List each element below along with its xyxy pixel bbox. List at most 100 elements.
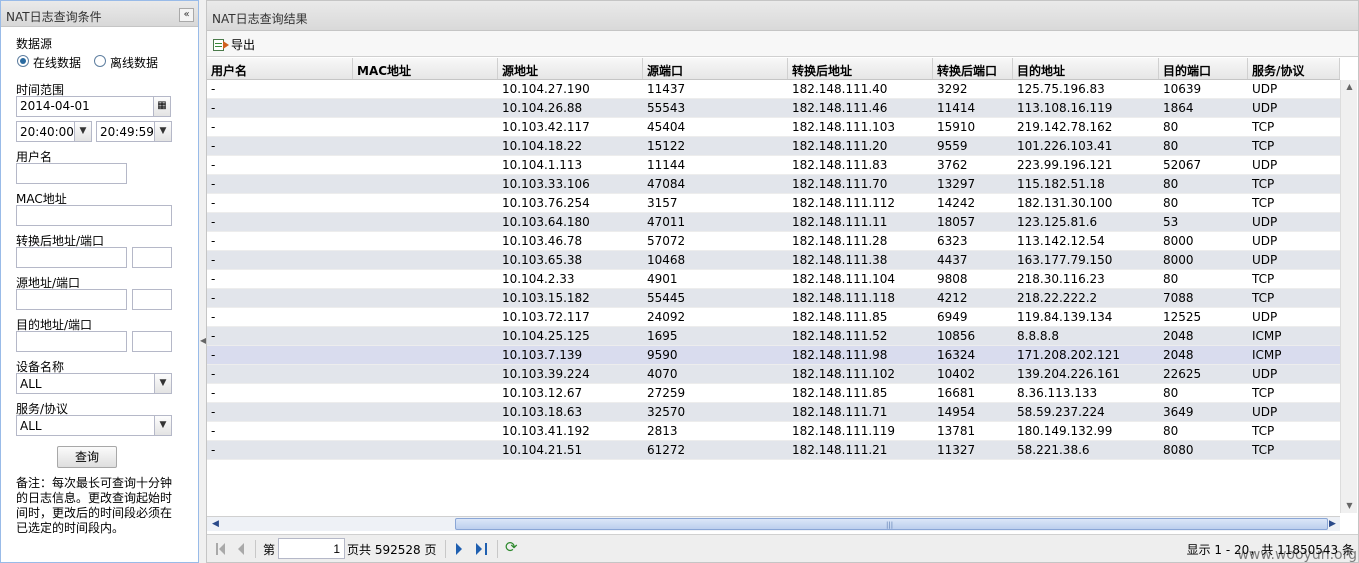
table-cell: - — [211, 443, 216, 457]
scroll-up-icon[interactable]: ▲ — [1341, 80, 1358, 94]
table-row[interactable]: - 10.104.18.22 15122 182.148.111.20 9559 101.… — [207, 137, 1340, 156]
table-cell: 182.148.111.71 — [792, 405, 888, 419]
end-time-value: 20:49:59 — [100, 125, 154, 139]
table-cell: 24092 — [647, 310, 686, 324]
table-row[interactable]: - 10.103.7.139 9590 182.148.111.98 16324 171.… — [207, 346, 1340, 365]
column-header[interactable]: MAC地址 — [353, 58, 498, 79]
start-time-select[interactable]: 20:40:00 ▼ — [16, 121, 92, 142]
scroll-right-icon[interactable]: ▶ — [1325, 517, 1340, 531]
scroll-down-icon[interactable]: ▼ — [1341, 499, 1358, 513]
horizontal-scroll-thumb[interactable]: ||| — [455, 518, 1328, 530]
table-cell: 113.108.16.119 — [1017, 101, 1113, 115]
table-cell: 1864 — [1163, 101, 1194, 115]
column-header[interactable]: 用户名 — [207, 58, 353, 79]
dest-address-input[interactable] — [16, 331, 127, 352]
panel-splitter[interactable]: ◀ — [199, 0, 206, 563]
table-cell: 223.99.196.121 — [1017, 158, 1113, 172]
table-cell: 10.103.15.182 — [502, 291, 590, 305]
online-data-radio[interactable] — [17, 55, 29, 67]
table-cell: 3762 — [937, 158, 968, 172]
table-row[interactable]: - 10.103.72.117 24092 182.148.111.85 6949 119… — [207, 308, 1340, 327]
table-row[interactable]: - 10.104.2.33 4901 182.148.111.104 9808 218.3… — [207, 270, 1340, 289]
table-row[interactable]: - 10.103.18.63 32570 182.148.111.71 14954 58.… — [207, 403, 1340, 422]
page-prefix: 第 — [263, 543, 276, 557]
date-field[interactable]: 2014-04-01 ▦ — [16, 96, 171, 117]
vertical-scrollbar[interactable]: ▲ ▼ — [1340, 80, 1357, 513]
table-cell: 10.104.25.125 — [502, 329, 590, 343]
chevron-down-icon[interactable]: ▼ — [154, 416, 171, 435]
offline-data-label[interactable]: 离线数据 — [110, 54, 158, 71]
column-header[interactable]: 转换后端口 — [933, 58, 1013, 79]
table-row[interactable]: - 10.103.12.67 27259 182.148.111.85 16681 8.3… — [207, 384, 1340, 403]
dest-port-input[interactable] — [132, 331, 172, 352]
device-name-value: ALL — [20, 377, 42, 391]
table-row[interactable]: - 10.103.64.180 47011 182.148.111.11 18057 12… — [207, 213, 1340, 232]
prev-page-icon[interactable] — [235, 542, 249, 556]
table-cell: - — [211, 215, 216, 229]
table-cell: - — [211, 405, 216, 419]
table-cell: - — [211, 386, 216, 400]
table-row[interactable]: - 10.103.42.117 45404 182.148.111.103 15910 2… — [207, 118, 1340, 137]
mac-input[interactable] — [16, 205, 172, 226]
table-row[interactable]: - 10.103.39.224 4070 182.148.111.102 10402 13… — [207, 365, 1340, 384]
first-page-icon[interactable] — [215, 542, 229, 556]
source-address-input[interactable] — [16, 289, 127, 310]
table-cell: 182.148.111.118 — [792, 291, 896, 305]
table-row[interactable]: - 10.103.76.254 3157 182.148.111.112 14242 18… — [207, 194, 1340, 213]
end-time-select[interactable]: 20:49:59 ▼ — [96, 121, 172, 142]
online-data-label[interactable]: 在线数据 — [33, 54, 81, 71]
chevron-down-icon[interactable]: ▼ — [154, 374, 171, 393]
chevron-down-icon[interactable]: ▼ — [154, 122, 171, 141]
horizontal-scrollbar[interactable]: ◀ ||| ▶ — [207, 516, 1340, 531]
table-cell: 13297 — [937, 177, 976, 191]
username-input[interactable] — [16, 163, 127, 184]
table-row[interactable]: - 10.104.21.51 61272 182.148.111.21 11327 58.… — [207, 441, 1340, 460]
table-row[interactable]: - 10.104.27.190 11437 182.148.111.40 3292 125… — [207, 80, 1340, 99]
column-header[interactable]: 目的地址 — [1013, 58, 1159, 79]
query-panel-title: NAT日志查询条件 — [6, 10, 102, 24]
export-button[interactable]: 导出 — [213, 36, 255, 53]
last-page-icon[interactable] — [475, 542, 489, 556]
table-row[interactable]: - 10.104.25.125 1695 182.148.111.52 10856 8.8… — [207, 327, 1340, 346]
table-cell: TCP — [1252, 291, 1275, 305]
table-row[interactable]: - 10.103.41.192 2813 182.148.111.119 13781 18… — [207, 422, 1340, 441]
scroll-left-icon[interactable]: ◀ — [208, 517, 223, 531]
refresh-icon[interactable]: ⟳ — [505, 540, 519, 556]
column-header[interactable]: 服务/协议 — [1248, 58, 1340, 79]
column-header[interactable]: 目的端口 — [1159, 58, 1248, 79]
table-row[interactable]: - 10.103.46.78 57072 182.148.111.28 6323 113.… — [207, 232, 1340, 251]
table-row[interactable]: - 10.104.1.113 11144 182.148.111.83 3762 223.… — [207, 156, 1340, 175]
query-button[interactable]: 查询 — [57, 446, 117, 468]
table-cell: 58.221.38.6 — [1017, 443, 1090, 457]
translated-address-input[interactable] — [16, 247, 127, 268]
chevron-down-icon[interactable]: ▼ — [74, 122, 91, 141]
table-cell: 10.103.18.63 — [502, 405, 583, 419]
table-row[interactable]: - 10.103.33.106 47084 182.148.111.70 13297 11… — [207, 175, 1340, 194]
next-page-icon[interactable] — [453, 542, 467, 556]
table-cell: TCP — [1252, 196, 1275, 210]
table-cell: 119.84.139.134 — [1017, 310, 1113, 324]
table-cell: 58.59.237.224 — [1017, 405, 1105, 419]
source-port-input[interactable] — [132, 289, 172, 310]
table-cell: 16681 — [937, 386, 976, 400]
column-header[interactable]: 源地址 — [498, 58, 643, 79]
translated-port-input[interactable] — [132, 247, 172, 268]
table-cell: TCP — [1252, 177, 1275, 191]
collapse-panel-button[interactable]: « — [179, 8, 194, 22]
offline-data-radio[interactable] — [94, 55, 106, 67]
service-select[interactable]: ALL ▼ — [16, 415, 172, 436]
results-grid: 用户名 MAC地址 源地址 源端口 转换后地址 转换后端口 目的地址 目的端口 服务/协议 - 1… — [207, 58, 1340, 460]
column-header[interactable]: 转换后地址 — [788, 58, 933, 79]
table-cell: - — [211, 177, 216, 191]
table-row[interactable]: - 10.103.15.182 55445 182.148.111.118 4212 21… — [207, 289, 1340, 308]
table-row[interactable]: - 10.104.26.88 55543 182.148.111.46 11414 113… — [207, 99, 1340, 118]
table-cell: 53 — [1163, 215, 1179, 229]
table-cell: 8080 — [1163, 443, 1194, 457]
table-cell: 182.148.111.11 — [792, 215, 888, 229]
table-cell: TCP — [1252, 272, 1275, 286]
calendar-icon[interactable]: ▦ — [153, 97, 170, 116]
column-header[interactable]: 源端口 — [643, 58, 788, 79]
device-name-select[interactable]: ALL ▼ — [16, 373, 172, 394]
table-row[interactable]: - 10.103.65.38 10468 182.148.111.38 4437 163.… — [207, 251, 1340, 270]
page-number-input[interactable] — [278, 538, 345, 559]
